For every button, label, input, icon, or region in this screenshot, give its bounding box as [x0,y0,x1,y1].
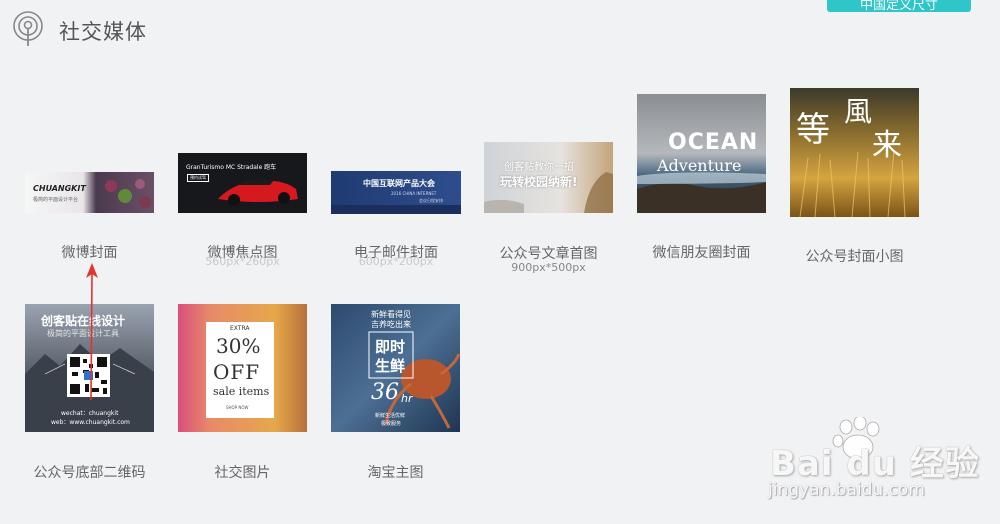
watermark-logo-text: Bai du 经验 [770,444,980,484]
template-thumbnail[interactable]: GranTurismo MC Stradale 跑车 预约试驾 [178,153,307,213]
thumb-text: 等 [796,110,830,150]
thumb-text: 极致服务 [381,421,402,427]
thumb-text: 创客贴教你一招 [504,162,574,173]
thumb-text: hr [401,392,413,405]
thumb-text: 2016 CHINA INTERNET [391,191,437,196]
template-thumbnail[interactable]: 创客贴教你一招 玩转校园纳新! [484,142,613,213]
template-thumbnail[interactable]: CHUANGKIT 极简的平面设计平台 [25,172,154,213]
template-label: 社交图片 [214,465,271,481]
thumb-text: 即时 [375,338,406,356]
template-label: 公众号底部二维码 [33,465,146,481]
thumb-text: SHOP NOW [226,405,249,410]
template-thumbnail[interactable]: 中国互联网产品大会 2016 CHINA INTERNET 会议日程安排 [331,171,461,214]
thumb-text: 吉养吃出来 [371,320,411,329]
custom-size-button[interactable]: 中国定义尺寸 [827,0,971,12]
thumb-text: EXTRA [230,325,250,332]
thumb-text: OFF [213,360,261,384]
thumb-text: GranTurismo MC Stradale 跑车 [186,164,277,171]
template-size-ghost: 560px*260px [205,255,280,268]
template-size-ghost: 600px*200px [358,255,434,268]
thumb-text: Adventure [657,156,742,175]
thumb-text: 30% [216,334,261,358]
thumb-text: 新鲜生活优鲜 [375,413,406,419]
thumb-text: 极简的平面设计平台 [33,197,79,203]
thumb-text: CHUANGKIT [33,184,86,193]
template-thumbnail[interactable]: 新鲜看得见 吉养吃出来 即时 生鲜 36 hr 新鲜生活优鲜 极致服务 [331,304,460,432]
template-size: 900px*500px [511,261,586,274]
template-thumbnail[interactable]: OCEAN Adventure [637,94,766,213]
section-title: 社交媒体 [59,20,147,44]
thumb-text: wechat：chuangkit [61,410,119,417]
template-label: 微博封面 [61,245,118,261]
thumb-text: 来 [872,128,902,163]
thumb-text: 会议日程安排 [419,198,443,203]
thumb-text: sale items [213,385,270,398]
thumb-text: 中国互联网产品大会 [363,179,435,188]
thumb-text: OCEAN [668,130,759,155]
thumb-text: 玩转校园纳新! [500,175,578,189]
template-thumbnail[interactable]: EXTRA 30% OFF sale items SHOP NOW [178,304,307,432]
template-label: 微信朋友圈封面 [652,245,751,261]
broadcast-icon [12,10,44,48]
thumb-text: 風 [844,95,873,128]
template-label: 公众号文章首图 [499,246,598,262]
template-label: 淘宝主图 [367,465,424,481]
thumb-text: 生鲜 [375,357,406,375]
thumb-text: 预约试驾 [187,174,209,182]
template-thumbnail[interactable]: 等 風 来 [790,88,919,217]
watermark-url: jingyan.baidu.com [768,480,925,500]
thumb-text: web：www.chuangkit.com [51,419,130,426]
annotation-arrow-icon [86,263,98,401]
template-label: 公众号封面小图 [805,249,904,265]
thumb-text: 36 [371,380,399,405]
